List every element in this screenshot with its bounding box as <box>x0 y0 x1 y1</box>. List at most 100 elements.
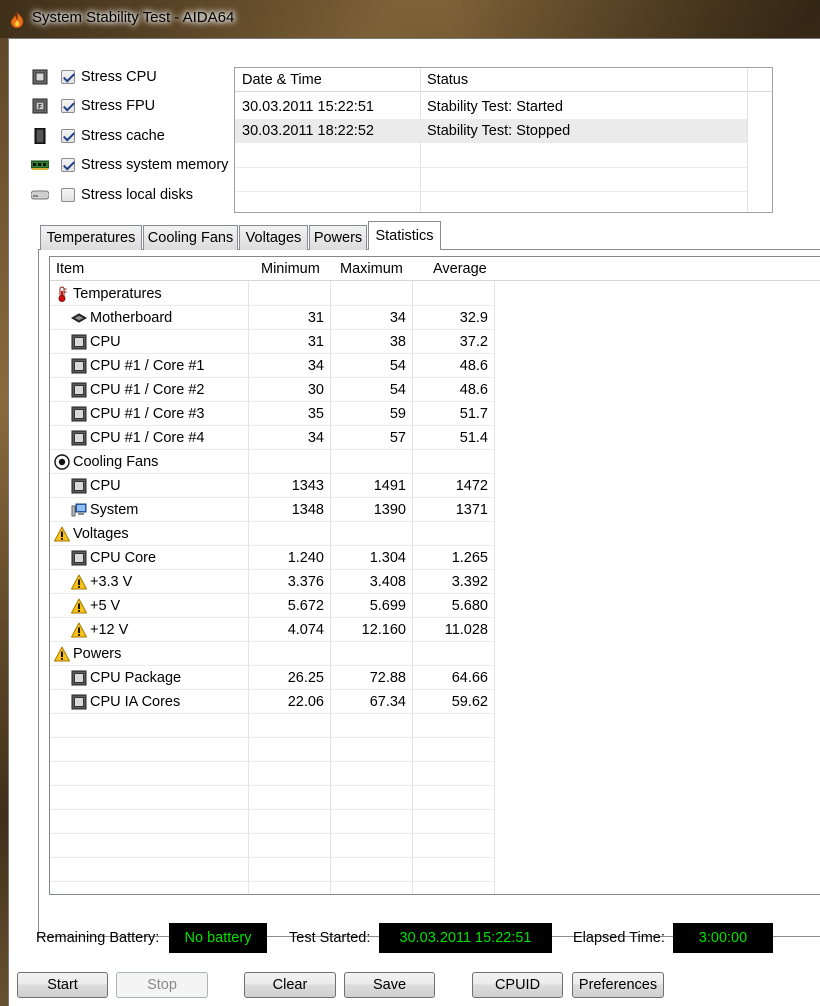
tab-powers[interactable]: Powers <box>309 225 367 250</box>
warning-icon <box>71 598 87 614</box>
average-value: 59.62 <box>451 694 488 710</box>
log-row-selected[interactable]: 30.03.2011 18:22:52 Stability Test: Stop… <box>235 119 747 143</box>
table-row[interactable]: CPU Core 1.240 1.304 1.265 <box>50 546 494 570</box>
average-value: 11.028 <box>444 622 488 638</box>
clear-button[interactable]: Clear <box>244 972 336 998</box>
tab-statistics[interactable]: Statistics <box>368 221 441 250</box>
log-row[interactable]: 30.03.2011 15:22:51 Stability Test: Star… <box>235 95 747 119</box>
disk-icon <box>31 186 49 204</box>
group-row[interactable]: Powers <box>50 642 494 666</box>
maximum-value: 57 <box>389 430 406 446</box>
table-row[interactable]: CPU #1 / Core #4 34 57 51.4 <box>50 426 494 450</box>
table-row[interactable]: +5 V 5.672 5.699 5.680 <box>50 594 494 618</box>
empty-row <box>50 786 494 810</box>
empty-row <box>50 810 494 834</box>
cpu-chip-icon <box>71 358 87 374</box>
table-row[interactable]: System 1348 1390 1371 <box>50 498 494 522</box>
minimum-value: 5.672 <box>287 598 324 614</box>
row-divider <box>235 167 747 168</box>
stress-cpu-option[interactable]: Stress CPU <box>31 65 241 89</box>
maximum-value: 59 <box>389 406 406 422</box>
cpu-chip-icon <box>71 694 87 710</box>
table-row[interactable]: CPU #1 / Core #2 30 54 48.6 <box>50 378 494 402</box>
average-value: 1.265 <box>451 550 488 566</box>
average-value: 51.7 <box>459 406 488 422</box>
item-label: System <box>90 502 139 518</box>
empty-row <box>50 714 494 738</box>
group-row[interactable]: Temperatures <box>50 282 494 306</box>
start-button[interactable]: Start <box>17 972 108 998</box>
table-row[interactable]: +3.3 V 3.376 3.408 3.392 <box>50 570 494 594</box>
statistics-table[interactable]: Item Minimum Maximum Average Temperature… <box>49 256 820 895</box>
stress-cache-option[interactable]: Stress cache <box>31 124 241 148</box>
table-row[interactable]: Motherboard 31 34 32.9 <box>50 306 494 330</box>
column-header-average[interactable]: Average <box>433 261 487 277</box>
column-header-minimum[interactable]: Minimum <box>261 261 320 277</box>
table-row[interactable]: CPU IA Cores 22.06 67.34 59.62 <box>50 690 494 714</box>
group-row[interactable]: Voltages <box>50 522 494 546</box>
column-header-item[interactable]: Item <box>56 261 84 277</box>
item-label: CPU #1 / Core #3 <box>90 406 205 422</box>
elapsed-time-label: Elapsed Time: <box>573 930 665 946</box>
table-row[interactable]: CPU 1343 1491 1472 <box>50 474 494 498</box>
average-value: 1371 <box>455 502 488 518</box>
minimum-value: 22.06 <box>287 694 324 710</box>
empty-row <box>50 834 494 858</box>
item-label: CPU <box>90 478 121 494</box>
tab-cooling-fans[interactable]: Cooling Fans <box>143 225 238 250</box>
event-log-header: Date & Time Status <box>235 68 772 92</box>
stress-fpu-checkbox[interactable] <box>61 99 75 113</box>
cpu-chip-icon <box>71 430 87 446</box>
group-label: Temperatures <box>73 286 162 302</box>
column-header-maximum[interactable]: Maximum <box>340 261 403 277</box>
maximum-value: 12.160 <box>361 622 406 638</box>
stress-disks-checkbox[interactable] <box>61 188 75 202</box>
table-row[interactable]: CPU #1 / Core #1 34 54 48.6 <box>50 354 494 378</box>
test-started-value: 30.03.2011 15:22:51 <box>379 923 552 953</box>
minimum-value: 35 <box>307 406 324 422</box>
stress-memory-option[interactable]: Stress system memory <box>31 153 241 177</box>
maximum-value: 3.408 <box>369 574 406 590</box>
minimum-value: 26.25 <box>287 670 324 686</box>
memory-icon <box>31 156 49 174</box>
fpu-icon: F <box>31 97 49 115</box>
minimum-value: 1343 <box>291 478 324 494</box>
table-row[interactable]: +12 V 4.074 12.160 11.028 <box>50 618 494 642</box>
stress-memory-checkbox[interactable] <box>61 158 75 172</box>
tab-voltages[interactable]: Voltages <box>239 225 308 250</box>
stress-fpu-option[interactable]: F Stress FPU <box>31 94 241 118</box>
item-label: CPU #1 / Core #2 <box>90 382 205 398</box>
table-row[interactable]: CPU Package 26.25 72.88 64.66 <box>50 666 494 690</box>
svg-text:F: F <box>38 103 42 111</box>
stress-cpu-checkbox[interactable] <box>61 70 75 84</box>
cache-icon <box>31 127 49 145</box>
battery-value: No battery <box>169 923 267 953</box>
cpu-chip-icon <box>71 550 87 566</box>
table-row[interactable]: CPU #1 / Core #3 35 59 51.7 <box>50 402 494 426</box>
title-bar[interactable]: System Stability Test - AIDA64 <box>0 0 820 38</box>
minimum-value: 30 <box>307 382 324 398</box>
column-header-status[interactable]: Status <box>427 72 468 88</box>
group-row[interactable]: Cooling Fans <box>50 450 494 474</box>
log-datetime: 30.03.2011 15:22:51 <box>242 99 374 115</box>
maximum-value: 72.88 <box>369 670 406 686</box>
stress-cache-checkbox[interactable] <box>61 129 75 143</box>
stress-disks-option[interactable]: Stress local disks <box>31 183 241 207</box>
average-value: 51.4 <box>459 430 488 446</box>
stress-cache-label: Stress cache <box>81 128 165 144</box>
stop-button[interactable]: Stop <box>116 972 208 998</box>
column-header-datetime[interactable]: Date & Time <box>242 72 322 88</box>
save-button[interactable]: Save <box>344 972 435 998</box>
stress-fpu-label: Stress FPU <box>81 98 156 114</box>
cpuid-button[interactable]: CPUID <box>472 972 563 998</box>
computer-icon <box>71 502 87 518</box>
table-row[interactable]: CPU 31 38 37.2 <box>50 330 494 354</box>
average-value: 1472 <box>455 478 488 494</box>
preferences-button[interactable]: Preferences <box>572 972 664 998</box>
minimum-value: 34 <box>307 358 324 374</box>
tab-temperatures[interactable]: Temperatures <box>40 225 142 250</box>
item-label: +5 V <box>90 598 121 614</box>
event-log-table[interactable]: Date & Time Status 30.03.2011 15:22:51 S… <box>234 67 773 213</box>
item-label: +12 V <box>90 622 129 638</box>
warning-icon <box>54 526 70 542</box>
